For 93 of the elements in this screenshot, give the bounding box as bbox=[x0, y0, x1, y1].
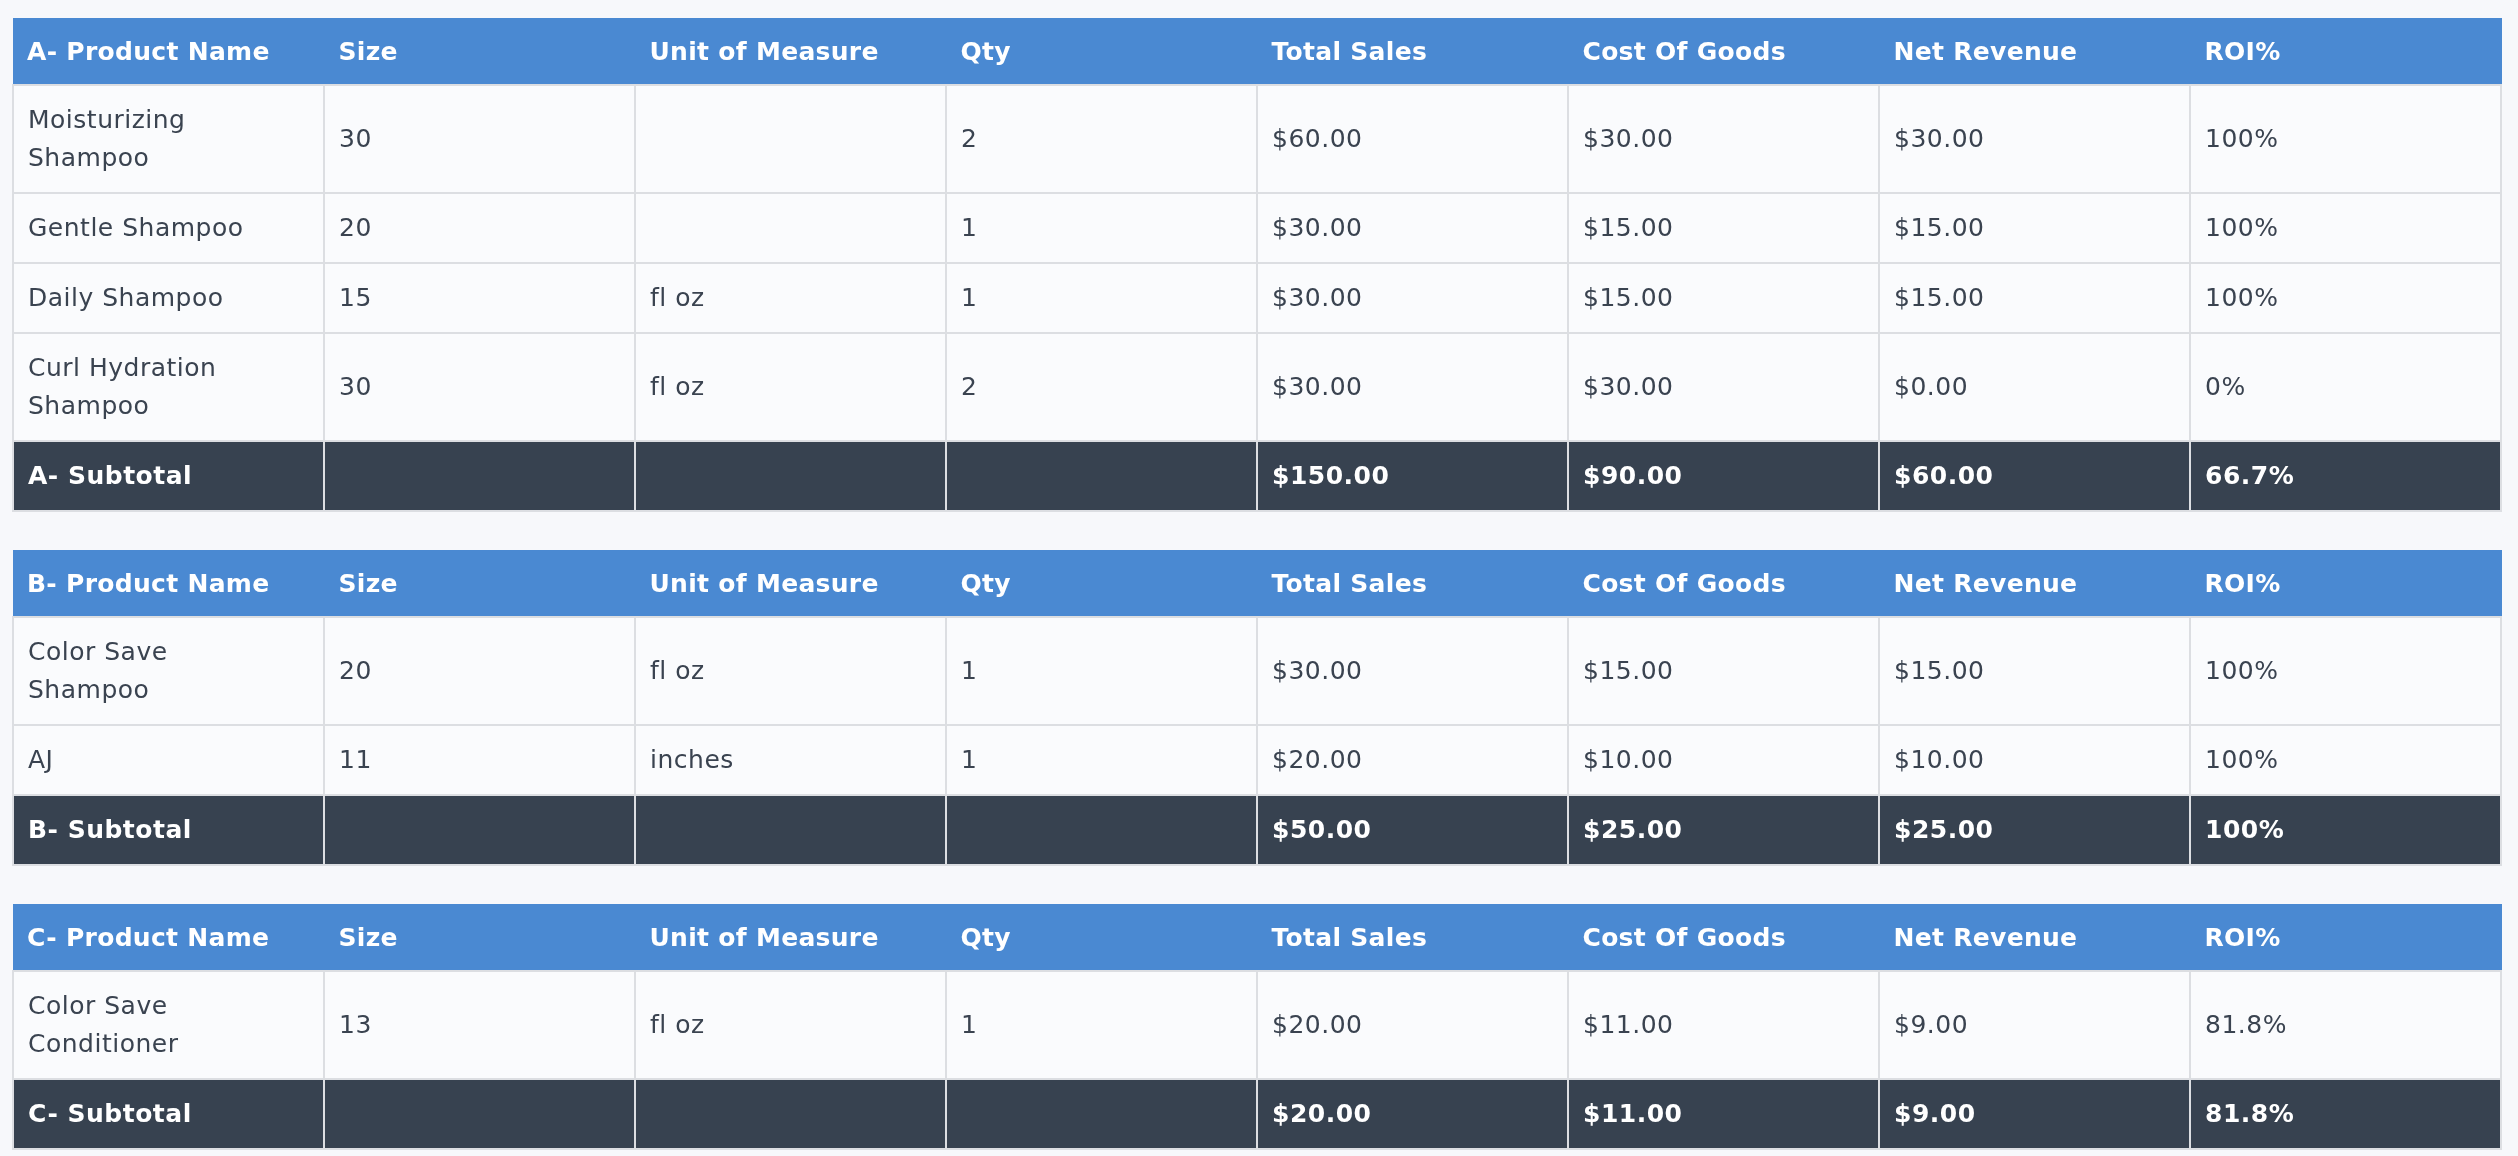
table-cell: Moisturizing Shampoo bbox=[13, 85, 324, 193]
table-cell: 20 bbox=[324, 193, 635, 263]
column-header: A- Product Name bbox=[13, 18, 324, 85]
subtotal-cell: $9.00 bbox=[1879, 1079, 2190, 1149]
column-header: Net Revenue bbox=[1879, 904, 2190, 971]
column-header: Net Revenue bbox=[1879, 18, 2190, 85]
table-cell: $30.00 bbox=[1257, 617, 1568, 725]
table-cell: $30.00 bbox=[1568, 85, 1879, 193]
column-header: Size bbox=[324, 550, 635, 617]
table-cell: 100% bbox=[2190, 617, 2501, 725]
subtotal-cell: A- Subtotal bbox=[13, 441, 324, 511]
subtotal-cell: C- Subtotal bbox=[13, 1079, 324, 1149]
table-cell: 2 bbox=[946, 333, 1257, 441]
table-cell: fl oz bbox=[635, 263, 946, 333]
table-cell: 1 bbox=[946, 263, 1257, 333]
column-header: Qty bbox=[946, 550, 1257, 617]
table-cell: fl oz bbox=[635, 617, 946, 725]
table-cell: Gentle Shampoo bbox=[13, 193, 324, 263]
table-cell: $15.00 bbox=[1879, 263, 2190, 333]
column-header: Size bbox=[324, 18, 635, 85]
subtotal-cell: $25.00 bbox=[1568, 795, 1879, 865]
subtotal-cell: B- Subtotal bbox=[13, 795, 324, 865]
table-cell: 100% bbox=[2190, 85, 2501, 193]
column-header: Total Sales bbox=[1257, 550, 1568, 617]
table-cell: $15.00 bbox=[1568, 193, 1879, 263]
table-cell: Daily Shampoo bbox=[13, 263, 324, 333]
table-cell: $15.00 bbox=[1879, 193, 2190, 263]
subtotal-cell: $11.00 bbox=[1568, 1079, 1879, 1149]
table-cell: 15 bbox=[324, 263, 635, 333]
subtotal-cell: $20.00 bbox=[1257, 1079, 1568, 1149]
table-cell: 100% bbox=[2190, 725, 2501, 795]
table-cell: $30.00 bbox=[1879, 85, 2190, 193]
column-header: Qty bbox=[946, 18, 1257, 85]
column-header: Total Sales bbox=[1257, 18, 1568, 85]
table-cell: $0.00 bbox=[1879, 333, 2190, 441]
table-cell: $60.00 bbox=[1257, 85, 1568, 193]
column-header: Unit of Measure bbox=[635, 904, 946, 971]
table-cell: $30.00 bbox=[1257, 263, 1568, 333]
table-cell: 30 bbox=[324, 85, 635, 193]
table-cell: $10.00 bbox=[1879, 725, 2190, 795]
table-cell: $15.00 bbox=[1568, 263, 1879, 333]
column-header: ROI% bbox=[2190, 904, 2501, 971]
table-cell: 1 bbox=[946, 617, 1257, 725]
table-cell: $9.00 bbox=[1879, 971, 2190, 1079]
table-cell: $15.00 bbox=[1568, 617, 1879, 725]
table-cell: $30.00 bbox=[1568, 333, 1879, 441]
column-header: Net Revenue bbox=[1879, 550, 2190, 617]
table-cell: Color Save Shampoo bbox=[13, 617, 324, 725]
table-cell: Curl Hydration Shampoo bbox=[13, 333, 324, 441]
subtotal-cell: 100% bbox=[2190, 795, 2501, 865]
column-header: C- Product Name bbox=[13, 904, 324, 971]
subtotal-cell: $25.00 bbox=[1879, 795, 2190, 865]
table-cell: 11 bbox=[324, 725, 635, 795]
subtotal-cell: 66.7% bbox=[2190, 441, 2501, 511]
subtotal-cell: $150.00 bbox=[1257, 441, 1568, 511]
table-cell: 20 bbox=[324, 617, 635, 725]
table-cell: 100% bbox=[2190, 263, 2501, 333]
table-cell: 1 bbox=[946, 193, 1257, 263]
subtotal-cell: 81.8% bbox=[2190, 1079, 2501, 1149]
column-header: Cost Of Goods bbox=[1568, 550, 1879, 617]
table-cell: $20.00 bbox=[1257, 971, 1568, 1079]
table-cell: 2 bbox=[946, 85, 1257, 193]
column-header: Unit of Measure bbox=[635, 550, 946, 617]
table-cell: $11.00 bbox=[1568, 971, 1879, 1079]
table-cell: 30 bbox=[324, 333, 635, 441]
column-header: ROI% bbox=[2190, 550, 2501, 617]
column-header: B- Product Name bbox=[13, 550, 324, 617]
table-cell: AJ bbox=[13, 725, 324, 795]
table-cell: $15.00 bbox=[1879, 617, 2190, 725]
column-header: Size bbox=[324, 904, 635, 971]
column-header: Unit of Measure bbox=[635, 18, 946, 85]
table-cell: $30.00 bbox=[1257, 333, 1568, 441]
column-header: Total Sales bbox=[1257, 904, 1568, 971]
table-cell: $20.00 bbox=[1257, 725, 1568, 795]
table-cell: 0% bbox=[2190, 333, 2501, 441]
column-header: Cost Of Goods bbox=[1568, 904, 1879, 971]
table-cell: 1 bbox=[946, 725, 1257, 795]
table-cell: fl oz bbox=[635, 971, 946, 1079]
subtotal-cell: $90.00 bbox=[1568, 441, 1879, 511]
subtotal-cell: $60.00 bbox=[1879, 441, 2190, 511]
column-header: Cost Of Goods bbox=[1568, 18, 1879, 85]
subtotal-cell: $50.00 bbox=[1257, 795, 1568, 865]
column-header: ROI% bbox=[2190, 18, 2501, 85]
table-cell: inches bbox=[635, 725, 946, 795]
table-cell: 13 bbox=[324, 971, 635, 1079]
table-cell: 81.8% bbox=[2190, 971, 2501, 1079]
table-cell: $30.00 bbox=[1257, 193, 1568, 263]
table-cell: Color Save Conditioner bbox=[13, 971, 324, 1079]
table-cell: 100% bbox=[2190, 193, 2501, 263]
table-cell: fl oz bbox=[635, 333, 946, 441]
column-header: Qty bbox=[946, 904, 1257, 971]
table-cell: 1 bbox=[946, 971, 1257, 1079]
table-cell: $10.00 bbox=[1568, 725, 1879, 795]
